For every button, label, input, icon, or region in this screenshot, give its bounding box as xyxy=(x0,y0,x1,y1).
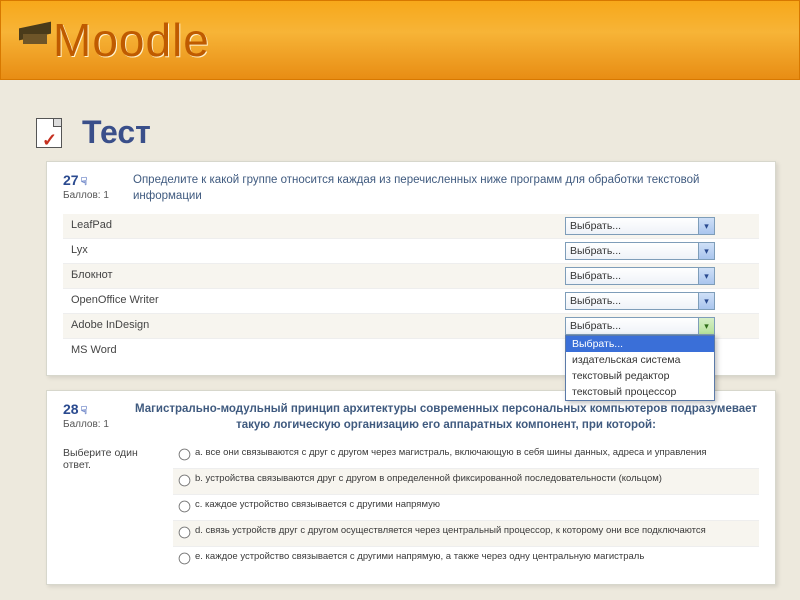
match-row: Lyx Выбрать...▾ xyxy=(63,239,759,264)
option-radio[interactable] xyxy=(178,501,190,513)
match-select[interactable]: Выбрать...▾ xyxy=(565,267,715,285)
graduation-cap-icon xyxy=(19,20,59,50)
option-text: d. связь устройств друг с другом осущест… xyxy=(195,525,759,537)
match-label: Блокнот xyxy=(63,264,559,288)
question-text: Магистрально-модульный принцип архитекту… xyxy=(133,401,759,433)
chevron-down-icon: ▾ xyxy=(698,268,714,284)
quiz-icon: ✓ xyxy=(36,118,62,148)
match-row: OpenOffice Writer Выбрать...▾ xyxy=(63,289,759,314)
match-label: MS Word xyxy=(63,339,559,363)
question-score: Баллов: 1 xyxy=(63,419,133,430)
question-number: 28☟ xyxy=(63,401,133,417)
match-row: Adobe InDesign Выбрать...▾ Выбрать... из… xyxy=(63,314,759,339)
option-radio[interactable] xyxy=(178,475,190,487)
option-row: e. каждое устройство связывается с други… xyxy=(173,547,759,572)
option-text: b. устройства связываются друг с другом … xyxy=(195,473,759,485)
match-label: Adobe InDesign xyxy=(63,314,559,338)
option-text: a. все они связываются с друг с другом ч… xyxy=(195,447,759,459)
option-radio[interactable] xyxy=(178,553,190,565)
match-row: LeafPad Выбрать...▾ xyxy=(63,214,759,239)
options-list: a. все они связываются с друг с другом ч… xyxy=(173,443,759,572)
brand-logo: Moodle xyxy=(53,13,210,67)
question-score: Баллов: 1 xyxy=(63,190,133,201)
option-radio[interactable] xyxy=(178,527,190,539)
chevron-down-icon: ▾ xyxy=(698,293,714,309)
flag-icon[interactable]: ☟ xyxy=(81,176,88,188)
match-label: Lyx xyxy=(63,239,559,263)
answer-prompt: Выберите один ответ. xyxy=(63,443,173,572)
question-28: 28☟ Баллов: 1 Магистрально-модульный при… xyxy=(46,390,776,585)
chevron-down-icon: ▾ xyxy=(698,243,714,259)
match-select[interactable]: Выбрать...▾ xyxy=(565,217,715,235)
chevron-down-icon: ▾ xyxy=(698,218,714,234)
option-row: d. связь устройств друг с другом осущест… xyxy=(173,521,759,547)
match-row: Блокнот Выбрать...▾ xyxy=(63,264,759,289)
dropdown-option[interactable]: Выбрать... xyxy=(566,336,714,352)
dropdown-menu: Выбрать... издательская система текстовы… xyxy=(565,335,715,401)
page-title-row: ✓ Тест xyxy=(36,114,800,151)
option-text: e. каждое устройство связывается с други… xyxy=(195,551,759,563)
match-table: LeafPad Выбрать...▾ Lyx Выбрать...▾ Блок… xyxy=(63,214,759,363)
dropdown-option[interactable]: текстовый процессор xyxy=(566,384,714,400)
page-title: Тест xyxy=(82,114,151,151)
match-label: LeafPad xyxy=(63,214,559,238)
question-27: 27☟ Баллов: 1 Определите к какой группе … xyxy=(46,161,776,376)
dropdown-option[interactable]: текстовый редактор xyxy=(566,368,714,384)
dropdown-option[interactable]: издательская система xyxy=(566,352,714,368)
option-row: b. устройства связываются друг с другом … xyxy=(173,469,759,495)
option-row: c. каждое устройство связывается с други… xyxy=(173,495,759,521)
question-number: 27☟ xyxy=(63,172,133,188)
option-text: c. каждое устройство связывается с други… xyxy=(195,499,759,511)
option-radio[interactable] xyxy=(178,449,190,461)
match-select[interactable]: Выбрать...▾ xyxy=(565,292,715,310)
chevron-down-icon: ▾ xyxy=(698,318,714,334)
match-label: OpenOffice Writer xyxy=(63,289,559,313)
header: Moodle xyxy=(0,0,800,80)
option-row: a. все они связываются с друг с другом ч… xyxy=(173,443,759,469)
match-select[interactable]: Выбрать...▾ xyxy=(565,242,715,260)
question-text: Определите к какой группе относится кажд… xyxy=(133,172,759,204)
flag-icon[interactable]: ☟ xyxy=(81,405,88,417)
match-select-open[interactable]: Выбрать...▾ xyxy=(565,317,715,335)
